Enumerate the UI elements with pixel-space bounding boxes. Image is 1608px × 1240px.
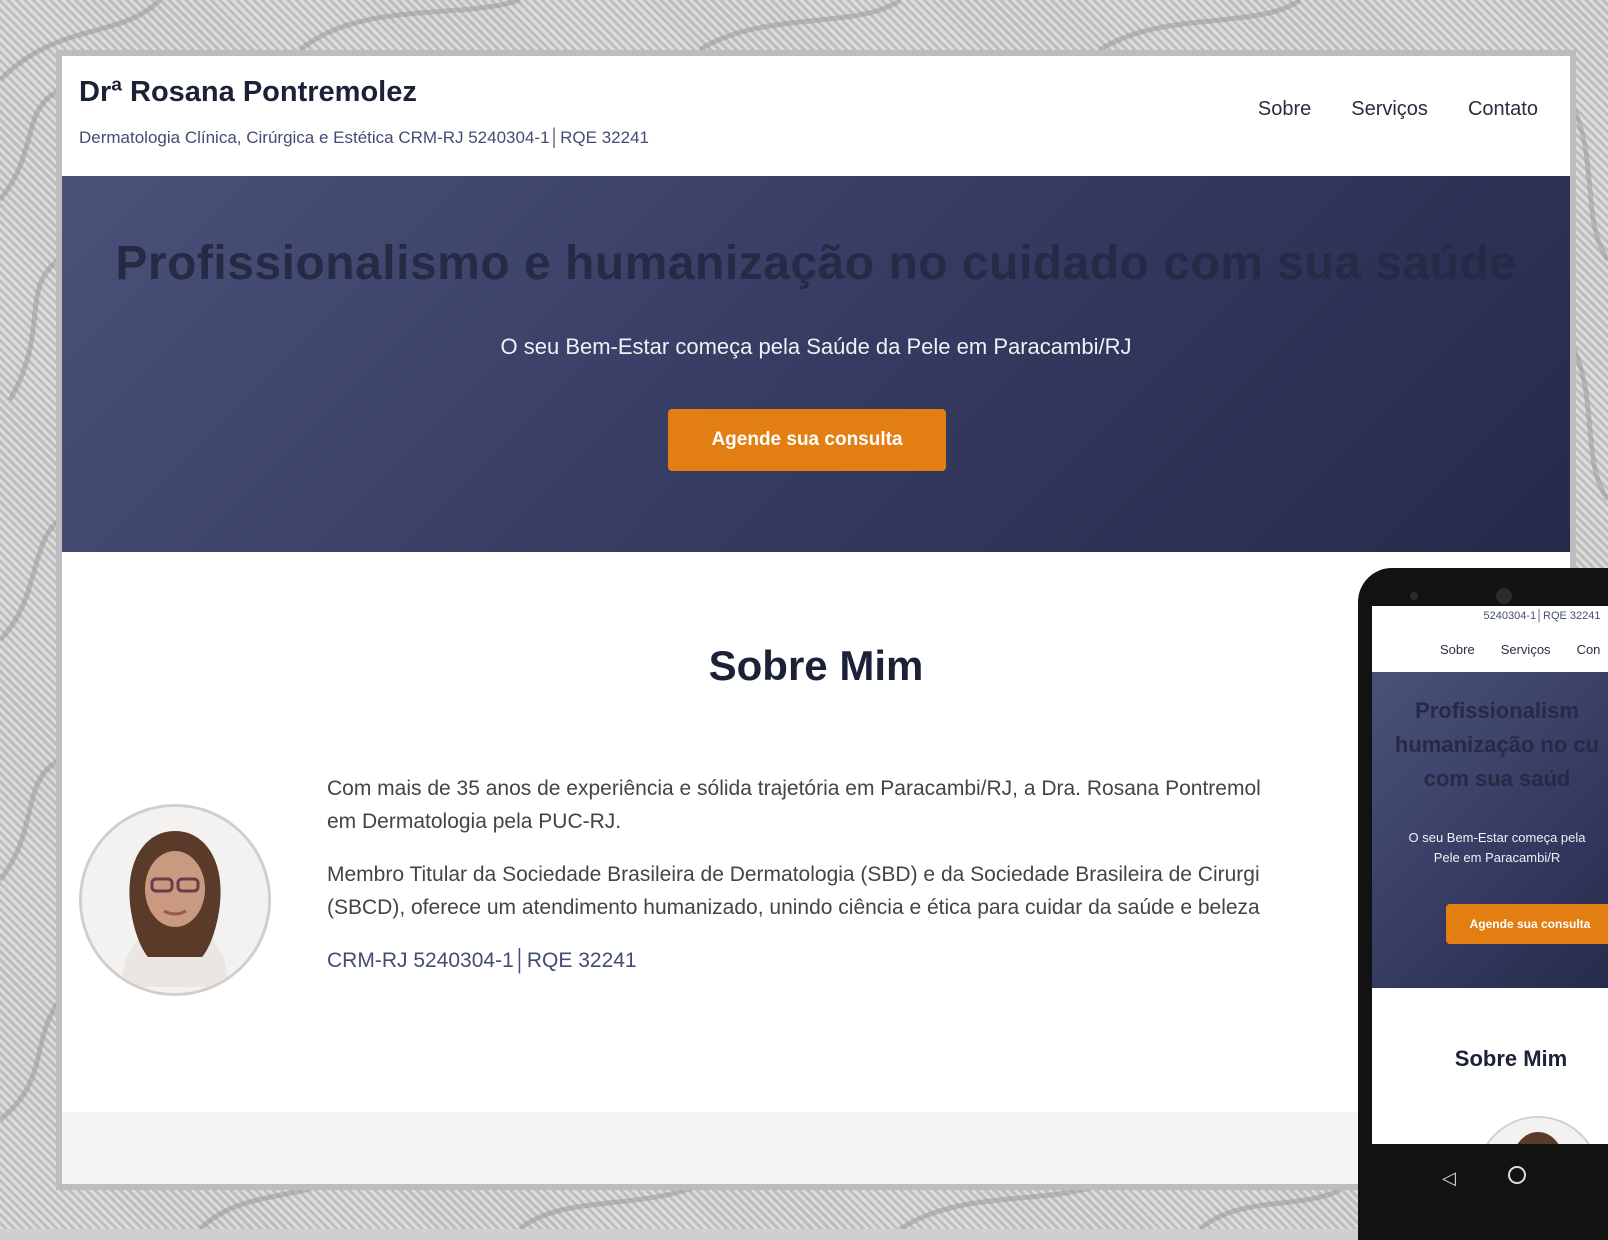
mobile-hero-subtitle-line-2: Pele em Paracambi/R [1433,850,1561,865]
mobile-hero: Profissionalism humanização no cu com su… [1372,672,1608,988]
mobile-nav-contato[interactable]: Con [1577,642,1601,657]
nav-link-servicos[interactable]: Serviços [1351,98,1428,121]
hero-title: Profissionalismo e humanização no cuidad… [115,237,1517,290]
mobile-hero-title-line-1: Profissionalism [1415,698,1579,723]
main-nav: Sobre Serviços Contato [1258,98,1538,121]
schedule-appointment-button[interactable]: Agende sua consulta [668,409,946,471]
doctor-photo-avatar [79,804,271,996]
next-section-strip [62,1112,1570,1184]
mobile-nav-sobre[interactable]: Sobre [1440,642,1475,657]
mobile-phone-mockup: 5240304-1│RQE 32241 Sobre Serviços Con P… [1358,568,1608,1240]
mobile-hero-title: Profissionalism humanização no cu com su… [1372,694,1608,796]
mobile-nav-servicos[interactable]: Serviços [1501,642,1551,657]
about-title: Sobre Mim [708,642,924,689]
about-paragraph-1: Com mais de 35 anos de experiência e sól… [327,772,1487,838]
home-circle-icon[interactable] [1508,1166,1526,1184]
mobile-hero-subtitle-line-1: O seu Bem-Estar começa pela [1408,830,1586,845]
about-text: Com mais de 35 anos de experiência e sól… [327,772,1487,997]
brand-name[interactable]: Drª Rosana Pontremolez [79,76,417,109]
mobile-credentials: 5240304-1│RQE 32241 [1483,610,1601,622]
mobile-portrait [1478,1118,1598,1144]
portrait-illustration [82,807,268,993]
about-paragraph-1-line-1: Com mais de 35 anos de experiência e sól… [327,777,1261,800]
desktop-site-frame: Drª Rosana Pontremolez Dermatologia Clín… [62,56,1570,1184]
mobile-screen: 5240304-1│RQE 32241 Sobre Serviços Con P… [1372,606,1608,1144]
about-credentials: CRM-RJ 5240304-1│RQE 32241 [327,949,637,972]
phone-sensor-dot [1410,592,1418,600]
mobile-schedule-button[interactable]: Agende sua consulta [1446,904,1608,944]
brand-subtitle: Dermatologia Clínica, Cirúrgica e Estéti… [79,128,649,147]
about-paragraph-1-line-2: em Dermatologia pela PUC-RJ. [327,810,622,833]
mobile-nav: Sobre Serviços Con [1440,642,1600,657]
about-paragraph-2-line-1: Membro Titular da Sociedade Brasileira d… [327,863,1260,886]
mobile-hero-title-line-3: com sua saúd [1423,766,1571,791]
about-paragraph-2-line-2: (SBCD), oferece um atendimento humanizad… [327,896,1260,919]
about-paragraph-2: Membro Titular da Sociedade Brasileira d… [327,858,1487,924]
site-header: Drª Rosana Pontremolez Dermatologia Clín… [62,56,1570,176]
phone-camera [1496,588,1512,604]
mobile-hero-subtitle: O seu Bem-Estar começa pela Pele em Para… [1372,828,1608,868]
mobile-doctor-avatar [1476,1116,1600,1144]
mobile-about-title: Sobre Mim [1454,1046,1568,1071]
hero-subtitle: O seu Bem-Estar começa pela Saúde da Pel… [500,334,1132,359]
back-triangle-icon[interactable]: ◁ [1442,1168,1456,1189]
nav-link-sobre[interactable]: Sobre [1258,98,1311,121]
hero-section: Profissionalismo e humanização no cuidad… [62,176,1570,552]
about-section: Sobre Mim Com mais de 35 anos de experiê… [62,552,1570,1112]
mobile-hero-title-line-2: humanização no cu [1394,732,1600,757]
nav-link-contato[interactable]: Contato [1468,98,1538,121]
phone-navigation-bar: ◁ [1358,1154,1608,1202]
